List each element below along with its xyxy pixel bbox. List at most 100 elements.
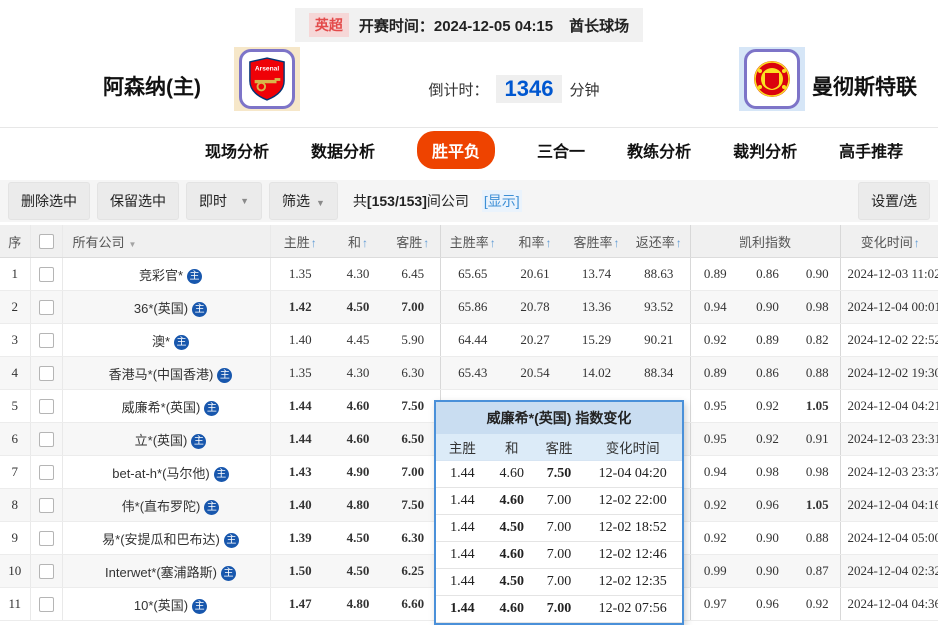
- popup-away-odds: 7.00: [534, 595, 584, 623]
- away-odds-label: 客胜: [396, 234, 423, 250]
- company-cell[interactable]: 香港马*(中国香港) 主: [61, 356, 270, 390]
- change-time-cell: 2024-12-04 05:00: [839, 521, 938, 555]
- header-away-rate[interactable]: 客胜率↑: [565, 225, 628, 258]
- header-draw-odds[interactable]: 和↑: [330, 225, 386, 258]
- header-away-odds[interactable]: 客胜↑: [386, 225, 440, 258]
- home-badge-icon: 主: [220, 565, 236, 581]
- kelly-draw-cell: 0.96: [740, 587, 795, 621]
- tab-expert-recommend[interactable]: 高手推荐: [839, 138, 903, 162]
- company-name[interactable]: Interwet*(塞浦路斯): [105, 565, 217, 580]
- row-checkbox[interactable]: [38, 333, 54, 349]
- select-all-checkbox[interactable]: [38, 234, 54, 250]
- league-badge: 英超: [308, 13, 349, 37]
- delete-selected-button[interactable]: 删除选中: [8, 182, 90, 220]
- kelly-draw-cell: 0.86: [740, 257, 795, 291]
- header-home-rate[interactable]: 主胜率↑: [439, 225, 505, 258]
- change-time-cell: 2024-12-04 04:21: [839, 389, 938, 423]
- company-cell[interactable]: 威廉希*(英国) 主: [61, 389, 270, 423]
- away-odds-cell: 6.25: [386, 554, 440, 588]
- row-checkbox[interactable]: [38, 564, 54, 580]
- row-checkbox[interactable]: [38, 432, 54, 448]
- popup-row: 1.44 4.50 7.00 12-02 18:52: [436, 514, 682, 542]
- company-name[interactable]: 易*(安提瓜和巴布达): [102, 532, 220, 547]
- row-checkbox[interactable]: [38, 366, 54, 382]
- kickoff-label: 开赛时间：: [358, 17, 434, 35]
- popup-header-time: 变化时间: [583, 434, 682, 461]
- tab-coach-analysis[interactable]: 教练分析: [627, 138, 691, 162]
- home-badge-icon: 主: [192, 301, 208, 317]
- odds-change-popup: 威廉希*(英国) 指数变化 主胜 和 客胜 变化时间 1.44 4.60 7.50 1…: [434, 400, 684, 625]
- popup-title: 威廉希*(英国) 指数变化: [436, 402, 682, 434]
- home-odds-cell: 1.44: [269, 389, 330, 423]
- return-rate-cell: 90.21: [628, 323, 690, 357]
- header-draw-rate[interactable]: 和率↑: [505, 225, 565, 258]
- popup-change-time: 12-02 22:00: [583, 487, 682, 515]
- company-name[interactable]: 香港马*(中国香港): [109, 367, 214, 382]
- company-cell[interactable]: 36*(英国) 主: [61, 290, 270, 324]
- row-checkbox[interactable]: [38, 300, 54, 316]
- filter-button[interactable]: 筛选 ▼: [269, 182, 338, 220]
- popup-row: 1.44 4.60 7.50 12-04 04:20: [436, 460, 682, 488]
- draw-odds-cell: 4.90: [330, 455, 386, 489]
- row-checkbox[interactable]: [38, 498, 54, 514]
- row-checkbox[interactable]: [38, 465, 54, 481]
- away-odds-cell: 7.00: [386, 455, 440, 489]
- company-name[interactable]: 伟*(直布罗陀): [122, 499, 201, 514]
- row-checkbox[interactable]: [38, 399, 54, 415]
- row-select-cell: [29, 290, 62, 324]
- company-cell[interactable]: 伟*(直布罗陀) 主: [61, 488, 270, 522]
- away-odds-cell: 6.60: [386, 587, 440, 621]
- odds-mode-select[interactable]: 即时 ▼: [186, 182, 262, 220]
- countdown: 倒计时： 1346 分钟: [394, 75, 634, 103]
- tab-win-draw-lose[interactable]: 胜平负: [417, 131, 496, 169]
- row-select-cell: [29, 455, 62, 489]
- popup-home-odds: 1.44: [436, 541, 489, 569]
- company-cell[interactable]: 澳* 主: [61, 323, 270, 357]
- sort-asc-icon: ↑: [362, 235, 368, 250]
- countdown-label: 倒计时：: [428, 81, 489, 99]
- keep-selected-button[interactable]: 保留选中: [97, 182, 179, 220]
- company-name[interactable]: bet-at-h*(马尔他): [112, 466, 210, 481]
- tab-live-analysis[interactable]: 现场分析: [205, 138, 269, 162]
- kelly-away-cell: 0.82: [795, 323, 841, 357]
- company-name[interactable]: 澳*: [152, 334, 170, 349]
- company-cell[interactable]: 10*(英国) 主: [61, 587, 270, 621]
- kelly-draw-cell: 0.92: [740, 389, 795, 423]
- settings-button[interactable]: 设置/选: [858, 182, 930, 220]
- tab-referee-analysis[interactable]: 裁判分析: [733, 138, 797, 162]
- tab-data-analysis[interactable]: 数据分析: [311, 138, 375, 162]
- company-name[interactable]: 36*(英国): [134, 301, 188, 316]
- sort-asc-icon: ↑: [310, 235, 317, 250]
- company-name[interactable]: 威廉希*(英国): [122, 400, 201, 415]
- show-link[interactable]: [显示]: [481, 190, 522, 212]
- row-select-cell: [29, 554, 62, 588]
- filter-toolbar: 删除选中 保留选中 即时 ▼ 筛选 ▼ 共[153/153]间公司 [显示] 设置…: [0, 180, 938, 222]
- company-cell[interactable]: bet-at-h*(马尔他) 主: [61, 455, 270, 489]
- kelly-away-cell: 0.87: [795, 554, 841, 588]
- company-cell[interactable]: 易*(安提瓜和巴布达) 主: [61, 521, 270, 555]
- header-return-rate[interactable]: 返还率↑: [628, 225, 690, 258]
- kelly-home-cell: 0.97: [689, 587, 740, 621]
- company-cell[interactable]: Interwet*(塞浦路斯) 主: [61, 554, 270, 588]
- row-checkbox[interactable]: [38, 597, 54, 613]
- company-name[interactable]: 10*(英国): [134, 598, 188, 613]
- header-kelly: 凯利指数: [689, 225, 841, 258]
- company-name[interactable]: 竞彩官*: [139, 268, 183, 283]
- row-checkbox[interactable]: [38, 267, 54, 283]
- table-row: 2 36*(英国) 主 1.42 4.50 7.00 65.86 20.78 13.36 93.5…: [0, 290, 938, 324]
- header-company[interactable]: 所有公司 ▼: [61, 225, 270, 258]
- popup-away-odds: 7.50: [534, 460, 584, 488]
- header-home-odds[interactable]: 主胜↑: [269, 225, 330, 258]
- company-name[interactable]: 立*(英国): [135, 433, 188, 448]
- count-value: [153/153]: [366, 193, 427, 209]
- popup-away-odds: 7.00: [534, 487, 584, 515]
- row-index: 10: [0, 554, 30, 588]
- company-cell[interactable]: 竞彩官* 主: [61, 257, 270, 291]
- tab-three-in-one[interactable]: 三合一: [537, 138, 585, 162]
- draw-odds-cell: 4.30: [330, 257, 386, 291]
- header-change-time[interactable]: 变化时间↑: [839, 225, 938, 258]
- popup-change-time: 12-02 18:52: [583, 514, 682, 542]
- row-checkbox[interactable]: [38, 531, 54, 547]
- kelly-draw-cell: 0.92: [740, 422, 795, 456]
- company-cell[interactable]: 立*(英国) 主: [61, 422, 270, 456]
